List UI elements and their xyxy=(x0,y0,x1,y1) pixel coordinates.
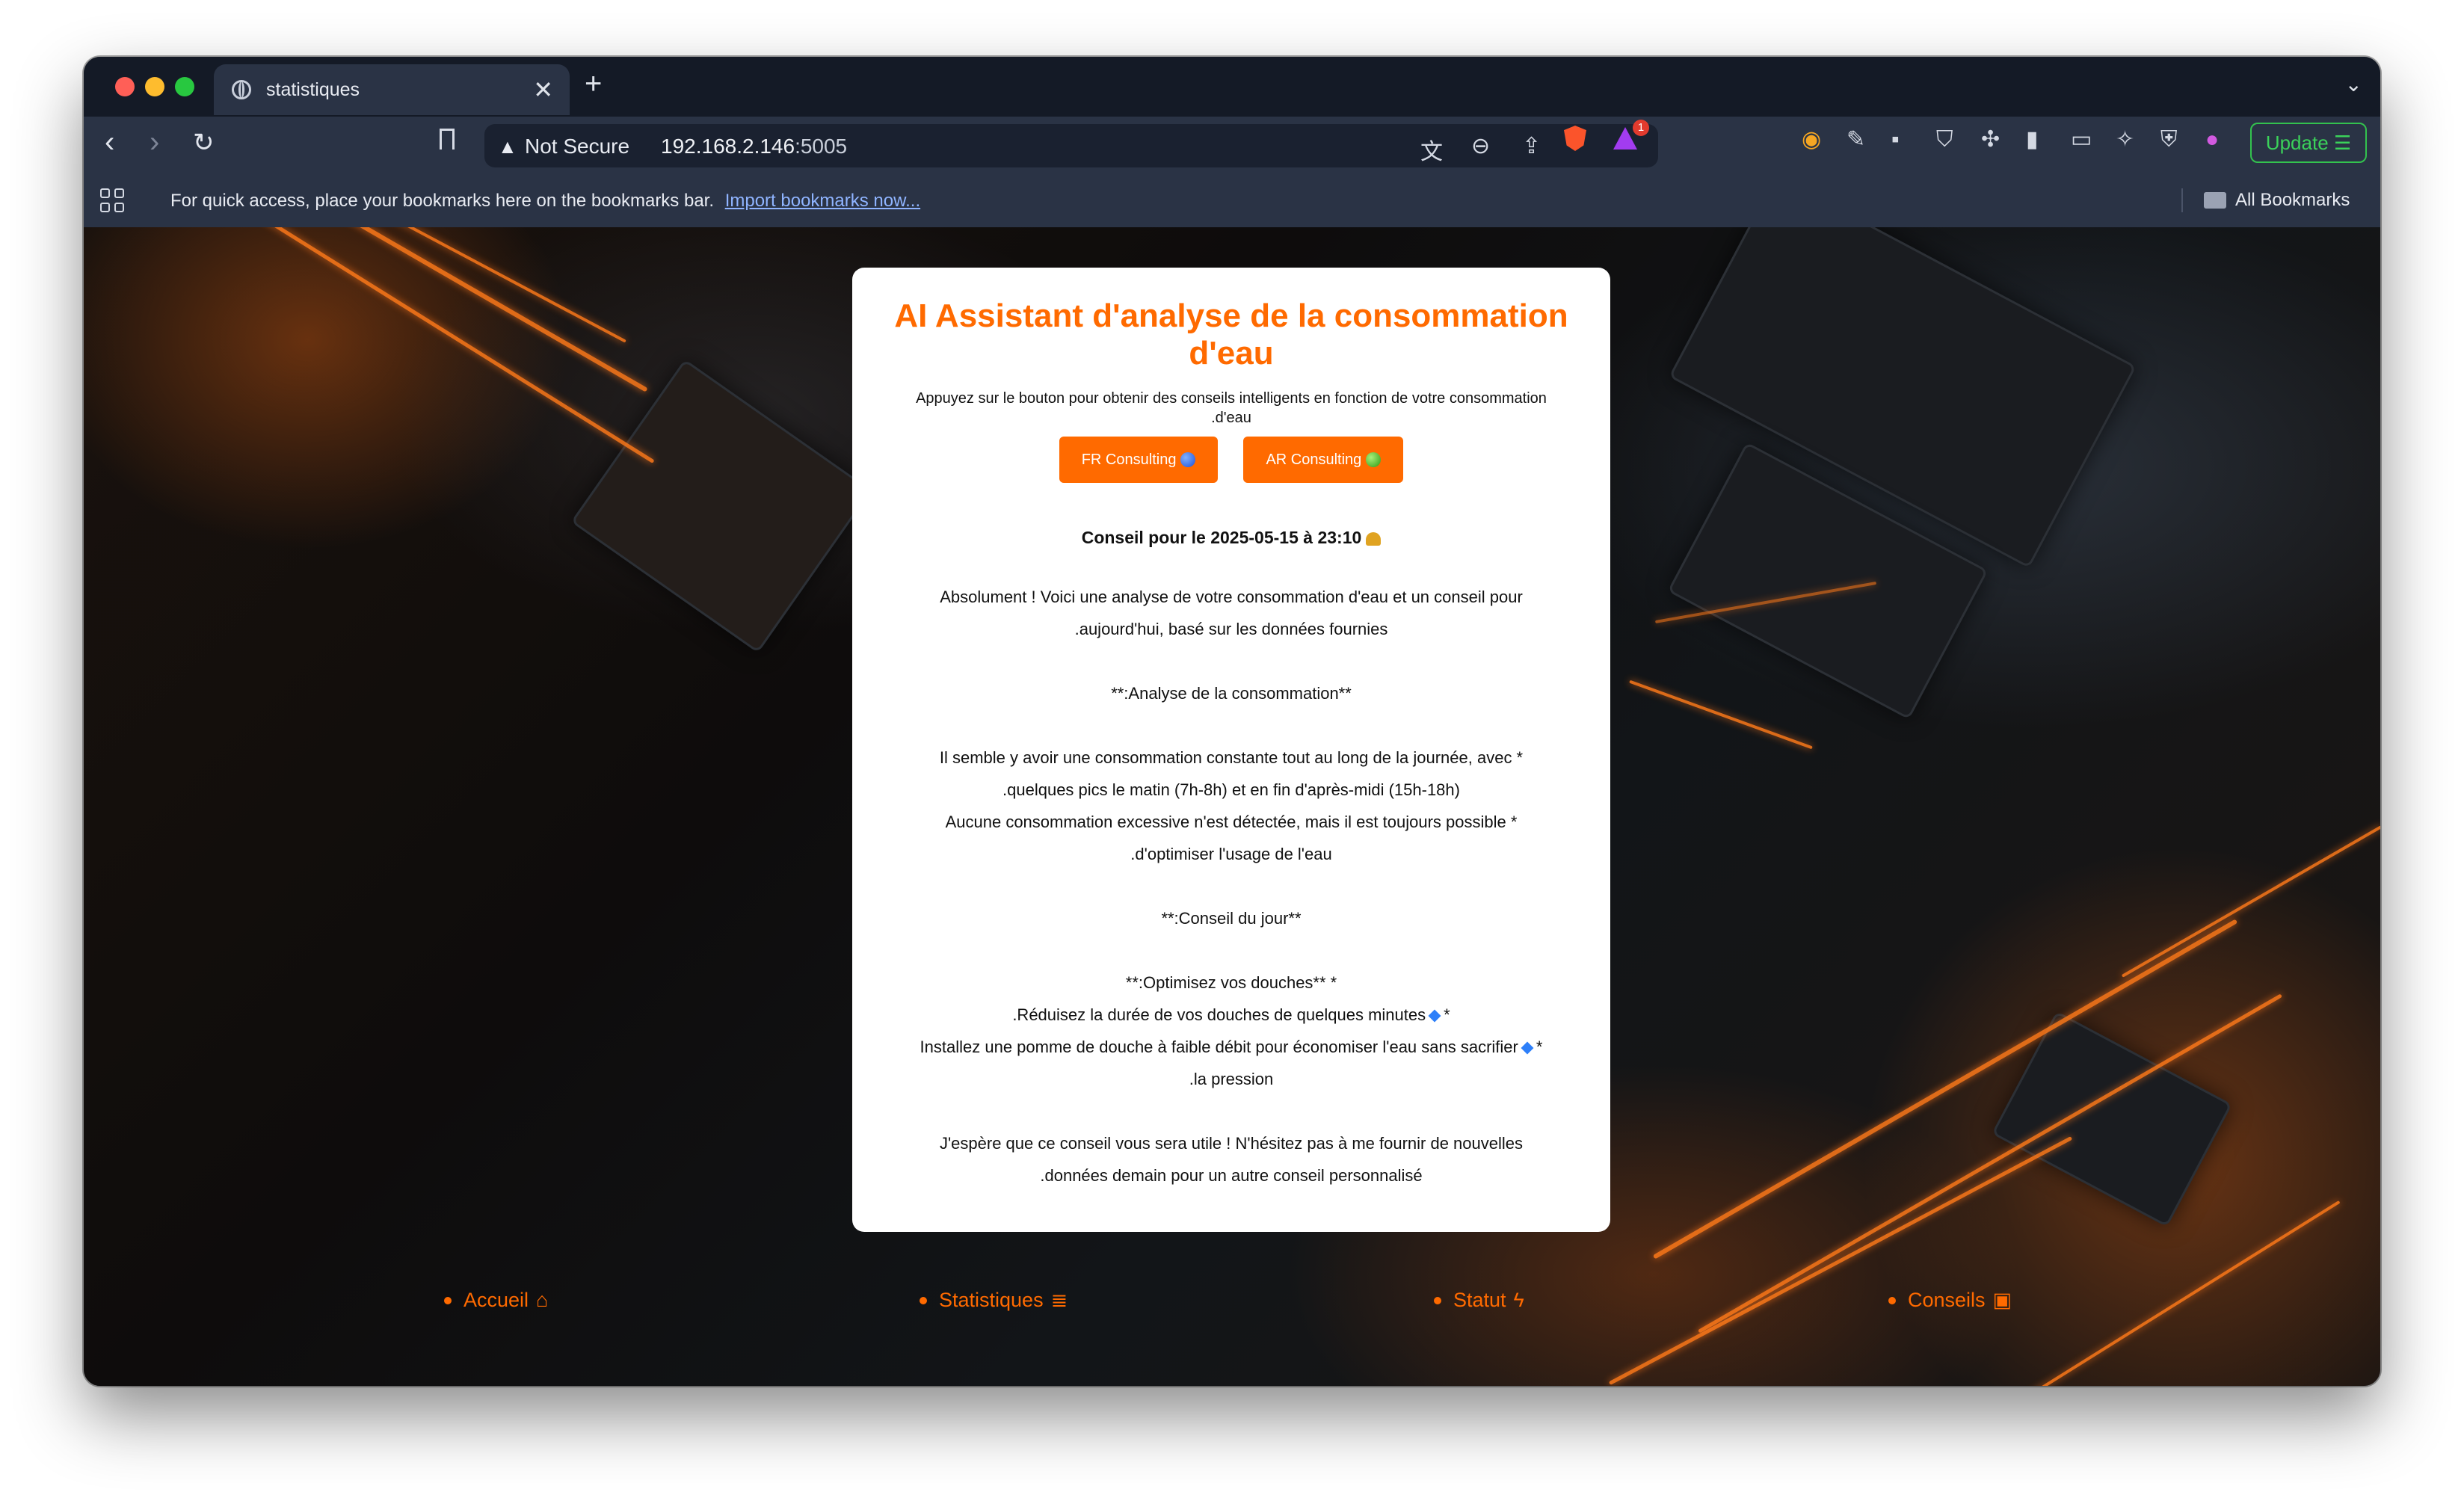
nav-link-statut[interactable]: Statut ϟ xyxy=(1434,1289,1524,1312)
nav-link-statistiques[interactable]: Statistiques ≣ xyxy=(920,1289,1068,1312)
tab-list-chevron-icon[interactable]: ⌄ xyxy=(2345,72,2362,96)
blue-diamond-icon xyxy=(1521,1041,1534,1055)
advice-line: J'espère que ce conseil vous sera utile … xyxy=(939,1134,1524,1153)
circuit-trace xyxy=(192,227,648,392)
bullet-dot xyxy=(920,1296,927,1304)
advice-line: **:Conseil du jour** xyxy=(1161,909,1302,928)
bullet-dot xyxy=(1434,1296,1441,1304)
rewards-badge: 1 xyxy=(1633,120,1649,136)
sidebar-icon[interactable]: ▮ xyxy=(2026,129,2039,151)
advice-line: .données demain pour un autre conseil pe… xyxy=(1040,1166,1423,1185)
circuit-chip xyxy=(570,359,872,653)
blue-diamond-icon xyxy=(1428,1009,1441,1023)
advice-heading: Conseil pour le 2025-05-15 à 23:10 xyxy=(887,528,1576,548)
advice-line: Absolument ! Voici une analyse de votre … xyxy=(940,588,1523,606)
advice-line: .la pression xyxy=(1189,1070,1274,1088)
home-icon: ⌂ xyxy=(536,1289,549,1311)
page-background: AI Assistant d'analyse de la consommatio… xyxy=(84,227,2380,1386)
robot-icon: ▣ xyxy=(1992,1289,2012,1311)
bullet-dot xyxy=(1888,1296,1896,1304)
ar-consulting-button[interactable]: AR Consulting xyxy=(1243,437,1404,483)
bookmarks-bar: For quick access, place your bookmarks h… xyxy=(84,173,2380,227)
instructions-text: Appuyez sur le bouton pour obtenir des c… xyxy=(916,390,1547,426)
color-wheel-icon[interactable]: ◉ xyxy=(1802,129,1821,151)
share-icon[interactable]: ⇪ xyxy=(1522,133,1541,159)
new-tab-button[interactable]: + xyxy=(585,69,602,99)
advice-line: **:Optimisez vos douches** * xyxy=(1125,973,1337,992)
bookmarks-prompt: For quick access, place your bookmarks h… xyxy=(170,191,921,211)
import-bookmarks-link[interactable]: Import bookmarks now... xyxy=(725,191,920,211)
privacy-shield-icon[interactable]: ⛉ xyxy=(1936,129,1953,151)
bullet-dot xyxy=(444,1296,452,1304)
tab-close-icon[interactable]: ✕ xyxy=(533,78,553,102)
circuit-trace xyxy=(170,227,655,463)
close-window-button[interactable] xyxy=(115,77,135,96)
fr-consulting-button[interactable]: FR Consulting xyxy=(1059,437,1219,483)
nav-link-accueil[interactable]: Accueil ⌂ xyxy=(444,1289,548,1312)
warning-icon: ▲ xyxy=(498,135,517,158)
tab-title: statistiques xyxy=(266,78,360,100)
back-button[interactable]: ‹ xyxy=(105,127,114,157)
consulting-buttons: FR Consulting AR Consulting xyxy=(887,437,1576,483)
advice-line: .Réduisez la durée de vos douches de que… xyxy=(1012,1005,1450,1024)
bell-icon xyxy=(1366,531,1382,546)
circuit-trace xyxy=(1608,1135,2073,1386)
chart-icon: ≣ xyxy=(1050,1289,1068,1311)
advice-line: .aujourd'hui, basé sur les données fourn… xyxy=(1074,620,1388,638)
update-button[interactable]: Update ☰ xyxy=(2250,123,2367,163)
bookmark-page-icon[interactable] xyxy=(440,129,455,150)
page-title: AI Assistant d'analyse de la consommatio… xyxy=(894,298,1568,372)
advice-line: Il semble y avoir une consommation const… xyxy=(939,748,1524,767)
advice-card: AI Assistant d'analyse de la consommatio… xyxy=(852,268,1610,1232)
advice-line: **:Analyse de la consommation** xyxy=(1111,684,1352,703)
translate-icon[interactable]: 文 xyxy=(1420,133,1443,166)
circuit-trace xyxy=(2121,825,2380,978)
apps-grid-icon[interactable] xyxy=(100,188,124,212)
circuit-trace xyxy=(1629,679,1813,750)
bolt-icon: ϟ xyxy=(1513,1289,1524,1311)
extensions-puzzle-icon[interactable]: ✣ xyxy=(1981,129,2000,151)
nav-link-conseils[interactable]: Conseils ▣ xyxy=(1888,1289,2012,1312)
reload-button[interactable]: ↻ xyxy=(193,130,215,155)
browser-window: statistiques ✕ + ⌄ ‹ › ↻ ▲ Not Secure 19… xyxy=(84,57,2380,1386)
profile-icon[interactable]: ● xyxy=(2205,129,2219,151)
advice-line: Installez une pomme de douche à faible d… xyxy=(920,1038,1543,1056)
circuit-trace xyxy=(1983,1200,2341,1386)
globe-icon xyxy=(232,80,251,99)
leo-ai-icon[interactable]: ✧ xyxy=(2116,129,2134,151)
circuit-trace xyxy=(229,227,626,343)
bookmarks-divider xyxy=(2181,188,2183,212)
blue-circle-icon xyxy=(1180,452,1196,467)
security-status[interactable]: Not Secure xyxy=(525,135,629,158)
zoom-window-button[interactable] xyxy=(175,77,194,96)
all-bookmarks-button[interactable]: All Bookmarks xyxy=(2204,190,2350,211)
advice-line: .d'optimiser l'usage de l'eau xyxy=(1130,845,1332,863)
vpn-icon[interactable]: ⛨ xyxy=(2160,129,2178,151)
active-tab[interactable]: statistiques ✕ xyxy=(214,64,570,115)
shield-extension-icon[interactable]: ▪ xyxy=(1891,129,1900,151)
advice-body: Absolument ! Voici une analyse de votre … xyxy=(887,581,1576,1192)
green-circle-icon xyxy=(1366,452,1382,467)
address-bar[interactable]: ▲ Not Secure 192.168.2.146:5005 文 ⊖ ⇪ xyxy=(484,124,1658,167)
minimize-window-button[interactable] xyxy=(145,77,164,96)
folder-icon xyxy=(2204,192,2226,209)
eyedropper-icon[interactable]: ✎ xyxy=(1847,129,1865,151)
tab-strip: statistiques ✕ + ⌄ xyxy=(84,57,2380,117)
browser-toolbar: ‹ › ↻ ▲ Not Secure 192.168.2.146:5005 文 … xyxy=(84,117,2380,173)
zoom-icon[interactable]: ⊖ xyxy=(1471,133,1490,159)
forward-button[interactable]: › xyxy=(150,127,159,157)
wallet-icon[interactable]: ▭ xyxy=(2071,129,2092,151)
advice-line: Aucune consommation excessive n'est déte… xyxy=(945,813,1518,831)
advice-line: .quelques pics le matin (7h-8h) et en fi… xyxy=(1002,780,1460,799)
url-text[interactable]: 192.168.2.146:5005 xyxy=(661,135,847,158)
